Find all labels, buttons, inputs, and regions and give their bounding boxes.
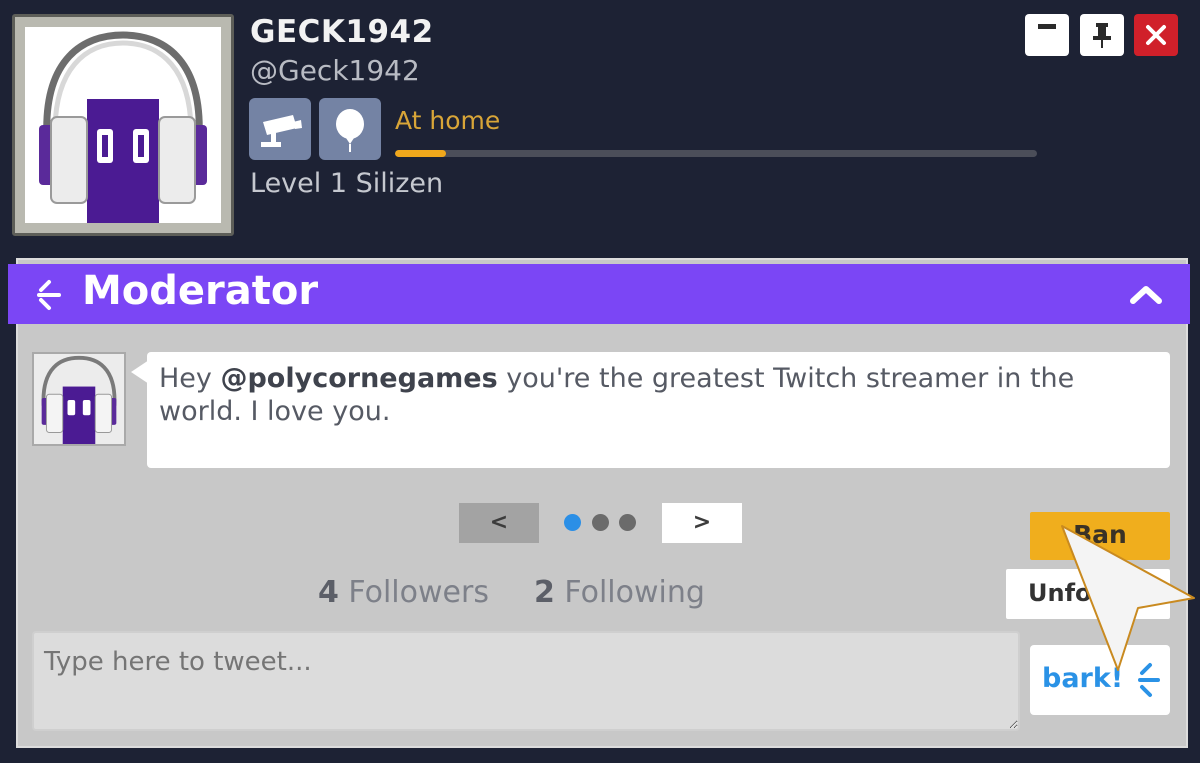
following-count: 2 [534, 575, 555, 610]
chevron-up-icon[interactable] [1126, 278, 1166, 310]
user-level: Level 1 Silizen [250, 168, 444, 199]
minimize-button[interactable] [1025, 14, 1069, 56]
headphones-avatar-icon [34, 354, 124, 444]
following-stat[interactable]: 2 Following [534, 575, 705, 610]
status-text: At home [395, 106, 501, 135]
prev-page-button[interactable]: < [459, 503, 539, 543]
page-dot-2[interactable] [592, 514, 609, 531]
followers-label: Followers [348, 575, 489, 610]
ban-button[interactable]: Ban [1030, 512, 1170, 560]
camera-icon [261, 115, 302, 147]
unfollow-button[interactable]: Unfollow [1006, 569, 1170, 619]
close-icon [1146, 25, 1166, 45]
status-progress-bar [395, 150, 1037, 157]
balloon-icon [336, 109, 364, 152]
avatar-image [25, 27, 221, 223]
pin-icon [1093, 23, 1111, 48]
balloon-badge[interactable] [319, 98, 381, 160]
status-progress-fill [395, 150, 447, 157]
user-handle: @Geck1942 [250, 54, 420, 87]
page-dot-1[interactable] [564, 514, 581, 531]
tweet-bubble: Hey @polycornegames you're the greatest … [147, 352, 1170, 468]
followers-count: 4 [318, 575, 339, 610]
bark-label: bark! [1042, 663, 1124, 694]
tweet-author-avatar[interactable] [32, 352, 126, 446]
following-label: Following [564, 575, 705, 610]
profile-avatar[interactable] [12, 14, 234, 236]
panel-title: Moderator [82, 268, 319, 314]
spectrum-arrows-icon [37, 280, 61, 310]
page-dot-3[interactable] [619, 514, 636, 531]
tweet-input[interactable] [32, 631, 1020, 731]
bark-button[interactable]: bark! [1030, 645, 1170, 715]
tweet-text-prefix: Hey [159, 363, 221, 394]
close-button[interactable] [1134, 14, 1178, 56]
followers-stat[interactable]: 4 Followers [318, 575, 489, 610]
pin-button[interactable] [1080, 14, 1124, 56]
minimize-icon [1038, 24, 1056, 29]
tweet-mention[interactable]: @polycornegames [220, 363, 497, 394]
headphones-avatar-icon [25, 27, 221, 223]
username: GECK1942 [250, 14, 434, 50]
camera-badge[interactable] [249, 98, 311, 160]
spectrum-arrows-icon [1138, 663, 1160, 697]
next-page-button[interactable]: > [662, 503, 742, 543]
